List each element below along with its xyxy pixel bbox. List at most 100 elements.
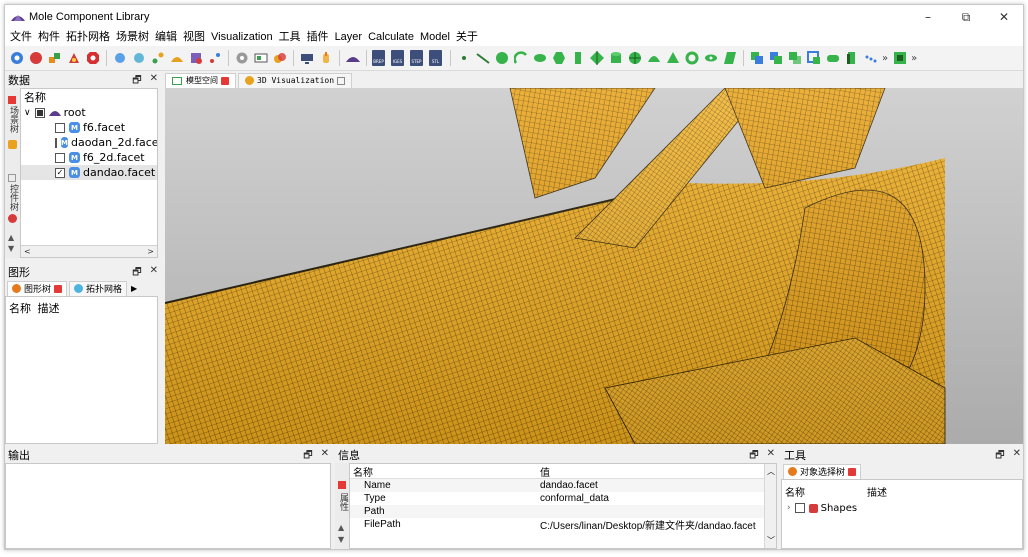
close-icon[interactable] — [221, 76, 229, 85]
tree-row-daodan-2d[interactable]: M daodan_2d.facet — [21, 135, 157, 150]
item-checkbox-checked[interactable]: ✓ — [55, 167, 65, 178]
close-red-icon[interactable] — [8, 96, 16, 104]
fillet-icon[interactable] — [825, 51, 840, 66]
mesh-icon[interactable] — [188, 51, 203, 66]
vertex-icon[interactable] — [207, 51, 222, 66]
table-row[interactable]: Name dandao.facet — [350, 479, 776, 492]
arc-icon[interactable] — [513, 51, 528, 66]
restore-button[interactable]: ⧉ — [947, 5, 985, 29]
tab-object-selection-tree[interactable]: 对象选择树 — [783, 463, 862, 479]
plane-icon[interactable] — [722, 51, 737, 66]
float-icon[interactable]: 🗗 — [132, 265, 141, 282]
tree-row-f6-2d[interactable]: M f6_2d.facet — [21, 150, 157, 165]
boolean-cut-icon[interactable] — [768, 51, 783, 66]
vtab-control-tree[interactable]: 控件树 — [7, 184, 20, 211]
scroll-up-icon[interactable]: ▲ — [338, 523, 344, 532]
cylinder-icon[interactable] — [608, 51, 623, 66]
settings-gray-icon[interactable] — [234, 51, 249, 66]
root-checkbox[interactable] — [34, 107, 45, 118]
menu-calculate[interactable]: Calculate — [365, 29, 417, 46]
close-gray-icon[interactable] — [8, 174, 16, 182]
diamond-icon[interactable] — [589, 51, 604, 66]
close-icon[interactable] — [848, 467, 857, 476]
tree-row-shapes[interactable]: › Shapes — [782, 501, 1022, 515]
scroll-up-icon[interactable]: ▲ — [8, 233, 14, 242]
menu-about[interactable]: 关于 — [453, 29, 481, 46]
mole-icon[interactable] — [345, 51, 360, 66]
scroll-left-icon[interactable]: < — [24, 247, 31, 256]
dot-cyan-icon[interactable] — [131, 51, 146, 66]
tree-horizontal-scrollbar[interactable]: < > — [21, 245, 157, 257]
ellipse-icon[interactable] — [532, 51, 547, 66]
menu-component[interactable]: 构件 — [35, 29, 63, 46]
menu-view[interactable]: 视图 — [180, 29, 208, 46]
item-checkbox[interactable] — [55, 137, 57, 148]
table-row[interactable]: FilePath C:/Users/linan/Desktop/新建文件夹/da… — [350, 518, 776, 532]
scroll-down-icon[interactable]: ▼ — [8, 244, 14, 253]
toolbar-overflow-button-2[interactable]: » — [911, 53, 917, 64]
chevron-down-icon[interactable]: ∨ — [24, 108, 31, 118]
color-palette-icon[interactable] — [272, 51, 287, 66]
cone-icon[interactable] — [665, 51, 680, 66]
circle-icon[interactable] — [494, 51, 509, 66]
iges-file-icon[interactable]: IGES — [391, 50, 404, 66]
monitor-icon[interactable] — [299, 51, 314, 66]
scroll-down-icon[interactable]: ▼ — [338, 535, 344, 544]
rectangle-icon[interactable] — [570, 51, 585, 66]
menu-plugins[interactable]: 插件 — [304, 29, 332, 46]
eye-shape-icon[interactable] — [703, 51, 718, 66]
scroll-right-icon[interactable]: > — [147, 247, 154, 256]
menu-visualization[interactable]: Visualization — [208, 29, 276, 46]
close-icon[interactable] — [337, 76, 346, 85]
hand-icon[interactable] — [318, 51, 333, 66]
menu-scene-tree[interactable]: 场景树 — [113, 29, 152, 46]
missile-mesh-render[interactable] — [165, 88, 1024, 444]
grid-green-icon[interactable] — [892, 51, 907, 66]
chevron-down-icon[interactable]: ﹀ — [767, 535, 775, 546]
chevron-up-icon[interactable]: ︿ — [767, 466, 775, 477]
gear-blue-icon[interactable] — [9, 51, 24, 66]
close-button[interactable]: ✕ — [985, 5, 1023, 29]
sphere-red-icon[interactable] — [28, 51, 43, 66]
close-icon[interactable]: ✕ — [150, 265, 158, 282]
close-icon[interactable] — [54, 284, 63, 293]
point-icon[interactable] — [456, 51, 471, 66]
tab-scroll-right-icon[interactable]: ▶ — [131, 284, 137, 293]
tab-model-space[interactable]: 模型空间 — [165, 72, 236, 88]
panel-view-icon[interactable] — [253, 51, 268, 66]
tab-topology-mesh[interactable]: 拓扑网格 — [69, 280, 128, 296]
chevron-right-icon[interactable]: › — [787, 503, 791, 513]
node-icon[interactable] — [150, 51, 165, 66]
step-file-icon[interactable]: STEP — [410, 50, 423, 66]
menu-layer[interactable]: Layer — [332, 29, 366, 46]
shapes-checkbox[interactable] — [794, 503, 805, 513]
boolean-common-icon[interactable] — [787, 51, 802, 66]
output-log[interactable] — [5, 463, 331, 549]
point-cloud-icon[interactable] — [863, 51, 878, 66]
tab-3d-visualization[interactable]: 3D Visualization — [238, 72, 353, 88]
dot-blue-icon[interactable] — [112, 51, 127, 66]
shape-red-icon[interactable] — [66, 51, 81, 66]
stl-file-icon[interactable]: STL — [429, 50, 442, 66]
menu-tools[interactable]: 工具 — [276, 29, 304, 46]
boolean-union-icon[interactable] — [749, 51, 764, 66]
extrude-icon[interactable] — [844, 51, 859, 66]
sphere-icon[interactable] — [627, 51, 642, 66]
brep-file-icon[interactable]: BREP — [372, 50, 385, 66]
tree-row-root[interactable]: ∨ root — [21, 105, 157, 120]
component-multi-icon[interactable] — [47, 51, 62, 66]
3d-scene[interactable] — [165, 88, 1024, 444]
toolbar-overflow-button[interactable]: » — [882, 53, 888, 64]
properties-vertical-scrollbar[interactable]: ︿ ﹀ — [764, 464, 776, 548]
menu-topology-mesh[interactable]: 拓扑网格 — [63, 29, 113, 46]
menu-file[interactable]: 文件 — [7, 29, 35, 46]
item-checkbox[interactable] — [55, 152, 65, 163]
menu-model[interactable]: Model — [417, 29, 453, 46]
item-checkbox[interactable] — [55, 122, 65, 133]
stop-red-icon[interactable] — [85, 51, 100, 66]
dome-icon[interactable] — [646, 51, 661, 66]
surface-icon[interactable] — [169, 51, 184, 66]
close-red-icon[interactable] — [338, 481, 346, 489]
hexagon-icon[interactable] — [551, 51, 566, 66]
menu-edit[interactable]: 编辑 — [152, 29, 180, 46]
